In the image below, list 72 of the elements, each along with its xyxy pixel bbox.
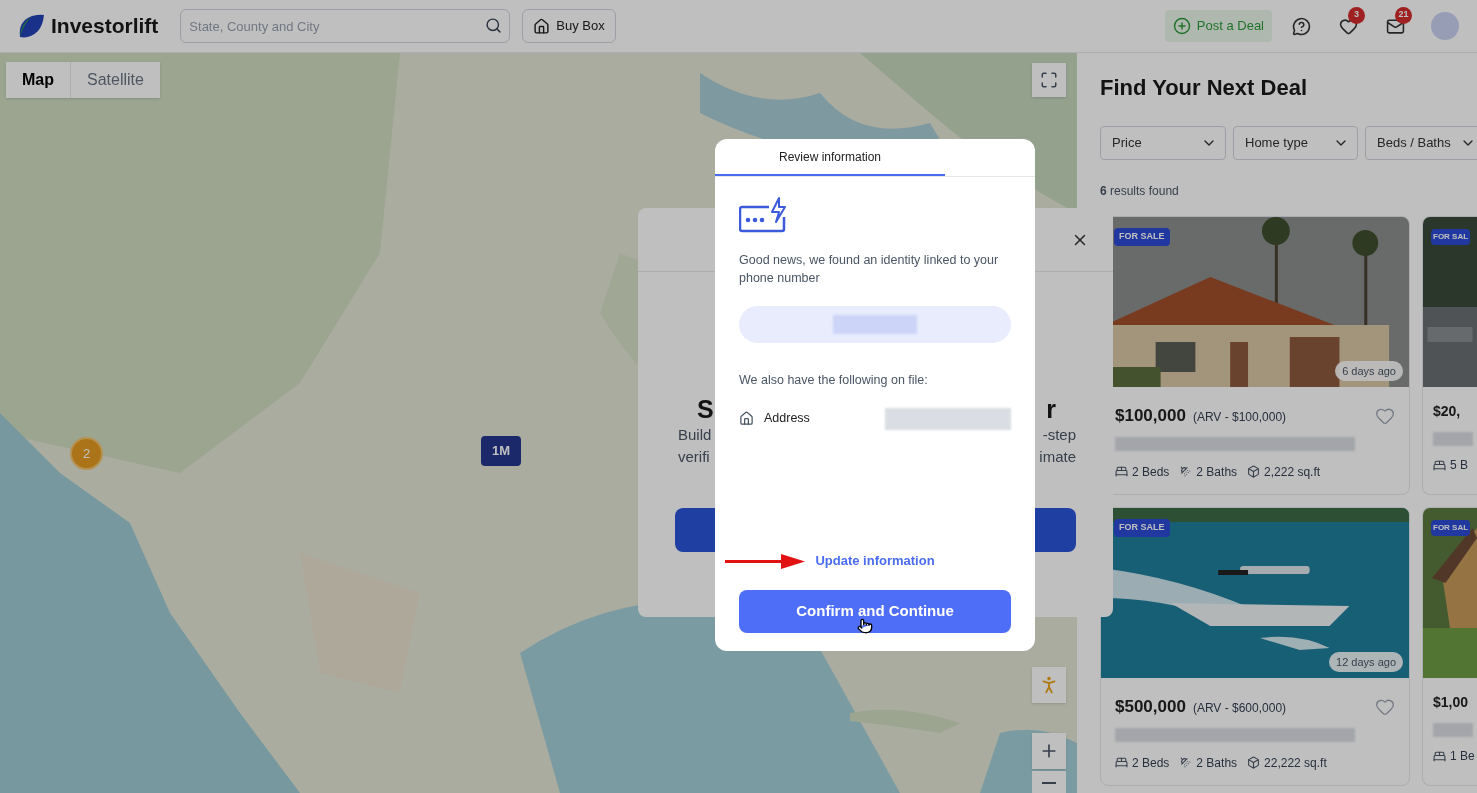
arv-value: (ARV - $100,000) [1192, 409, 1287, 426]
notification-count: 3 [1348, 6, 1365, 24]
filter-dropdown[interactable]: Price [1100, 126, 1226, 160]
fullscreen-button[interactable] [1032, 63, 1066, 97]
cube-icon [1247, 756, 1261, 769]
dialog-text: imate [1039, 447, 1076, 467]
field-label: Address [764, 410, 810, 428]
dialog-heading: r [1046, 394, 1057, 424]
filter-dropdown[interactable]: Beds / Baths [1365, 126, 1477, 160]
help-icon[interactable] [1292, 16, 1311, 36]
for-sale-badge: FOR SAL [1431, 229, 1471, 245]
for-sale-badge: FOR SALE [1114, 228, 1170, 246]
beds-count: 1 Be [1450, 748, 1475, 765]
dialog-heading: S [696, 394, 714, 424]
beds-count: 2 Beds [1132, 463, 1170, 481]
bed-icon [1433, 749, 1446, 763]
for-sale-badge: FOR SALE [1114, 519, 1170, 537]
area-size: 22,222 sq.ft [1264, 754, 1327, 772]
baths-count: 2 Baths [1196, 754, 1238, 772]
brand-name: Investorlift [51, 13, 159, 40]
favorites-icon[interactable] [1339, 16, 1358, 36]
listing-price: $20, [1433, 402, 1462, 421]
buy-box-button[interactable]: Buy Box [522, 9, 616, 43]
results-count: 6 results found [1100, 183, 1180, 200]
page-title: Find Your Next Deal [1100, 74, 1308, 102]
dialog-text: verifi [677, 447, 710, 467]
home-icon [739, 411, 754, 427]
search-field[interactable]: State, County and City [180, 9, 511, 43]
listing-card[interactable]: FOR SAL $20, 5 B [1422, 216, 1477, 495]
leaf-logo-icon [18, 13, 45, 39]
dialog-text: -step [1042, 425, 1076, 445]
dialog-tab[interactable]: Review information [715, 139, 945, 176]
for-sale-badge: FOR SAL [1431, 520, 1471, 536]
map-type-tab[interactable]: Map [6, 62, 70, 98]
bed-icon [1115, 756, 1128, 769]
area-size: 2,222 sq.ft [1264, 463, 1321, 481]
listing-price: $100,000 [1115, 405, 1186, 427]
search-icon[interactable] [485, 17, 503, 34]
arv-value: (ARV - $600,000) [1192, 700, 1287, 717]
listing-price: $500,000 [1115, 696, 1186, 718]
password-lightning-icon [739, 197, 787, 233]
shower-icon [1179, 465, 1193, 478]
plus-icon [1172, 17, 1191, 35]
baths-count: 2 Baths [1196, 463, 1238, 481]
zoom-in-button[interactable] [1032, 733, 1066, 769]
fullscreen-icon [1040, 71, 1058, 89]
minus-icon [1042, 782, 1056, 784]
cube-icon [1247, 465, 1261, 478]
filter-dropdown[interactable]: Home type [1233, 126, 1358, 160]
beds-count: 5 B [1450, 457, 1468, 474]
listing-price: $1,00 [1433, 693, 1470, 712]
on-file-label: We also have the following on file: [739, 372, 929, 389]
dialog-text: Build [677, 425, 712, 445]
messages-icon[interactable] [1386, 16, 1405, 36]
notification-count: 21 [1395, 6, 1412, 24]
beds-count: 2 Beds [1132, 754, 1170, 772]
map-type-tab[interactable]: Satellite [70, 62, 160, 98]
bed-icon [1115, 465, 1128, 478]
shower-icon [1179, 756, 1193, 769]
confirm-button[interactable]: Confirm and Continue [739, 590, 1011, 633]
update-information-link[interactable]: Update information [815, 550, 935, 570]
listing-card[interactable]: FOR SAL $1,00 1 Be [1422, 507, 1477, 786]
redacted-text [1433, 432, 1473, 446]
home-icon [533, 17, 551, 35]
redacted-text [1433, 723, 1473, 737]
hand-cursor-icon [857, 617, 873, 635]
bed-icon [1433, 458, 1446, 472]
identity-message: Good news, we found an identity linked to your phone number [739, 252, 1000, 287]
zoom-out-button[interactable] [1032, 771, 1066, 793]
listing-card[interactable]: FOR SALE 12 days ago $500,000 (ARV - $600,000) 2 Beds 2 Baths 22,222 sq.ft [1100, 507, 1410, 786]
price-marker[interactable]: 1M [481, 436, 521, 466]
dialog-button[interactable] [1034, 508, 1076, 552]
